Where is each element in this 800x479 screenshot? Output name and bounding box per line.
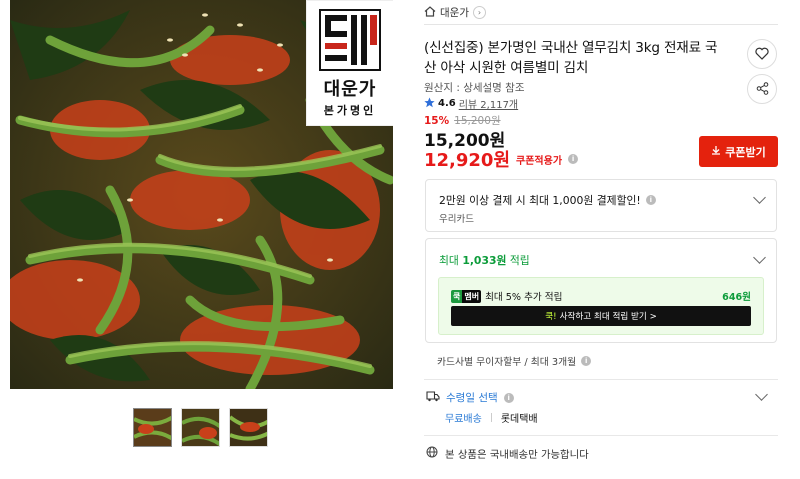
card-offer-title: 2만원 이상 결제 시 최대 1,000원 결제할인! xyxy=(439,194,641,207)
review-link[interactable]: 리뷰 2,117개 xyxy=(459,96,518,111)
divider xyxy=(424,379,778,380)
rating-score: 4.6 xyxy=(438,98,456,109)
member-reward-amount: 646원 xyxy=(722,292,751,303)
brand-mark xyxy=(319,9,381,71)
breadcrumb[interactable]: 대운가 › xyxy=(424,5,486,20)
installment-info: 카드사별 무이자할부 / 최대 3개월 i xyxy=(437,354,592,368)
globe-icon xyxy=(426,446,438,461)
heart-icon xyxy=(755,45,769,64)
breadcrumb-label: 대운가 xyxy=(440,7,469,19)
chevron-down-icon[interactable] xyxy=(753,251,766,264)
reward-amount: 1,033원 xyxy=(462,254,507,267)
product-page: 대운가 본가명인 대운가 › (신선집중) 본가명인 국내산 열무김치 3kg … xyxy=(0,0,800,479)
info-icon[interactable]: i xyxy=(581,356,592,366)
divider xyxy=(424,24,778,25)
shipping-options: 무료배송 롯데택배 xyxy=(445,410,538,425)
free-shipping-label: 무료배송 xyxy=(445,414,482,425)
info-icon[interactable]: i xyxy=(568,154,579,164)
info-icon[interactable]: i xyxy=(503,392,514,403)
coupon-button-label: 쿠폰받기 xyxy=(725,145,766,159)
brand-name: 대운가 xyxy=(323,79,377,100)
installment-text: 카드사별 무이자할부 / 최대 3개월 xyxy=(437,357,577,368)
member-signup-button[interactable]: 쿡! 사작하고 최대 적립 받기 > xyxy=(451,306,751,326)
chevron-right-icon: › xyxy=(472,6,486,19)
share-button[interactable] xyxy=(747,74,777,104)
share-icon xyxy=(756,80,769,99)
info-icon[interactable]: i xyxy=(645,195,656,205)
brand-logo: 대운가 본가명인 xyxy=(306,0,393,126)
coupon-price-caption: 쿠폰적용가 xyxy=(516,155,563,167)
truck-icon xyxy=(426,390,440,405)
thumbnail-2[interactable] xyxy=(181,408,220,447)
card-name: 우리카드 xyxy=(439,214,474,225)
chevron-down-icon[interactable] xyxy=(753,191,766,204)
main-product-image: 대운가 본가명인 xyxy=(10,0,393,389)
member-badge-part-1: 쿡 xyxy=(451,289,463,303)
reward-suffix: 적립 xyxy=(506,254,530,267)
carrier-name: 롯데택배 xyxy=(500,414,538,425)
discount-rate: 15% xyxy=(424,114,450,127)
rating-row: 4.6 리뷰 2,117개 xyxy=(424,96,518,111)
member-reward-text: 최대 5% 추가 적립 xyxy=(485,292,563,303)
brand-subtitle: 본가명인 xyxy=(323,104,377,117)
star-icon xyxy=(424,97,435,111)
domestic-shipping-notice: 본 상품은 국내배송만 가능합니다 xyxy=(426,446,589,461)
member-badge: 쿡 멤버 xyxy=(451,289,482,303)
card-discount-panel[interactable]: 2만원 이상 결제 시 최대 1,000원 결제할인! i 우리카드 xyxy=(425,179,777,232)
shipping-date-select[interactable]: 수령일 선택 i xyxy=(426,390,514,405)
download-icon xyxy=(711,145,721,158)
domestic-text: 본 상품은 국내배송만 가능합니다 xyxy=(445,449,589,461)
member-reward-box: 쿡 멤버 최대 5% 추가 적립 646원 쿡! 사작하고 최대 적립 받기 > xyxy=(438,277,764,335)
shipping-label: 수령일 선택 xyxy=(446,392,498,404)
coupon-download-button[interactable]: 쿠폰받기 xyxy=(699,136,778,167)
chevron-down-icon[interactable] xyxy=(755,388,768,401)
thumbnail-1[interactable] xyxy=(133,408,172,447)
reward-title: 최대 1,033원 적립 xyxy=(439,252,530,268)
member-cta-highlight: 쿡! xyxy=(545,312,557,322)
reward-prefix: 최대 xyxy=(439,254,463,267)
coupon-price-row: 12,920원 쿠폰적용가 i xyxy=(424,146,579,172)
reward-panel: 최대 1,033원 적립 쿡 멤버 최대 5% 추가 적립 646원 쿡! 사작하… xyxy=(425,238,777,343)
home-icon xyxy=(424,5,436,20)
thumbnail-3[interactable] xyxy=(229,408,268,447)
member-cta-label: 사작하고 최대 적립 받기 > xyxy=(559,312,657,322)
member-badge-part-2: 멤버 xyxy=(462,289,482,303)
member-reward-line: 쿡 멤버 최대 5% 추가 적립 xyxy=(451,289,562,303)
divider xyxy=(424,435,778,436)
wishlist-button[interactable] xyxy=(747,39,777,69)
card-offer-title-row: 2만원 이상 결제 시 최대 1,000원 결제할인! i xyxy=(439,192,656,208)
origin-text: 원산지 : 상세설명 참조 xyxy=(424,82,525,94)
thumbnail-list xyxy=(133,408,268,447)
coupon-price: 12,920원 xyxy=(424,150,511,171)
divider xyxy=(490,413,492,422)
product-title: (신선집중) 본가명인 국내산 열무김치 3kg 전재료 국산 아삭 시원한 여… xyxy=(424,40,718,76)
